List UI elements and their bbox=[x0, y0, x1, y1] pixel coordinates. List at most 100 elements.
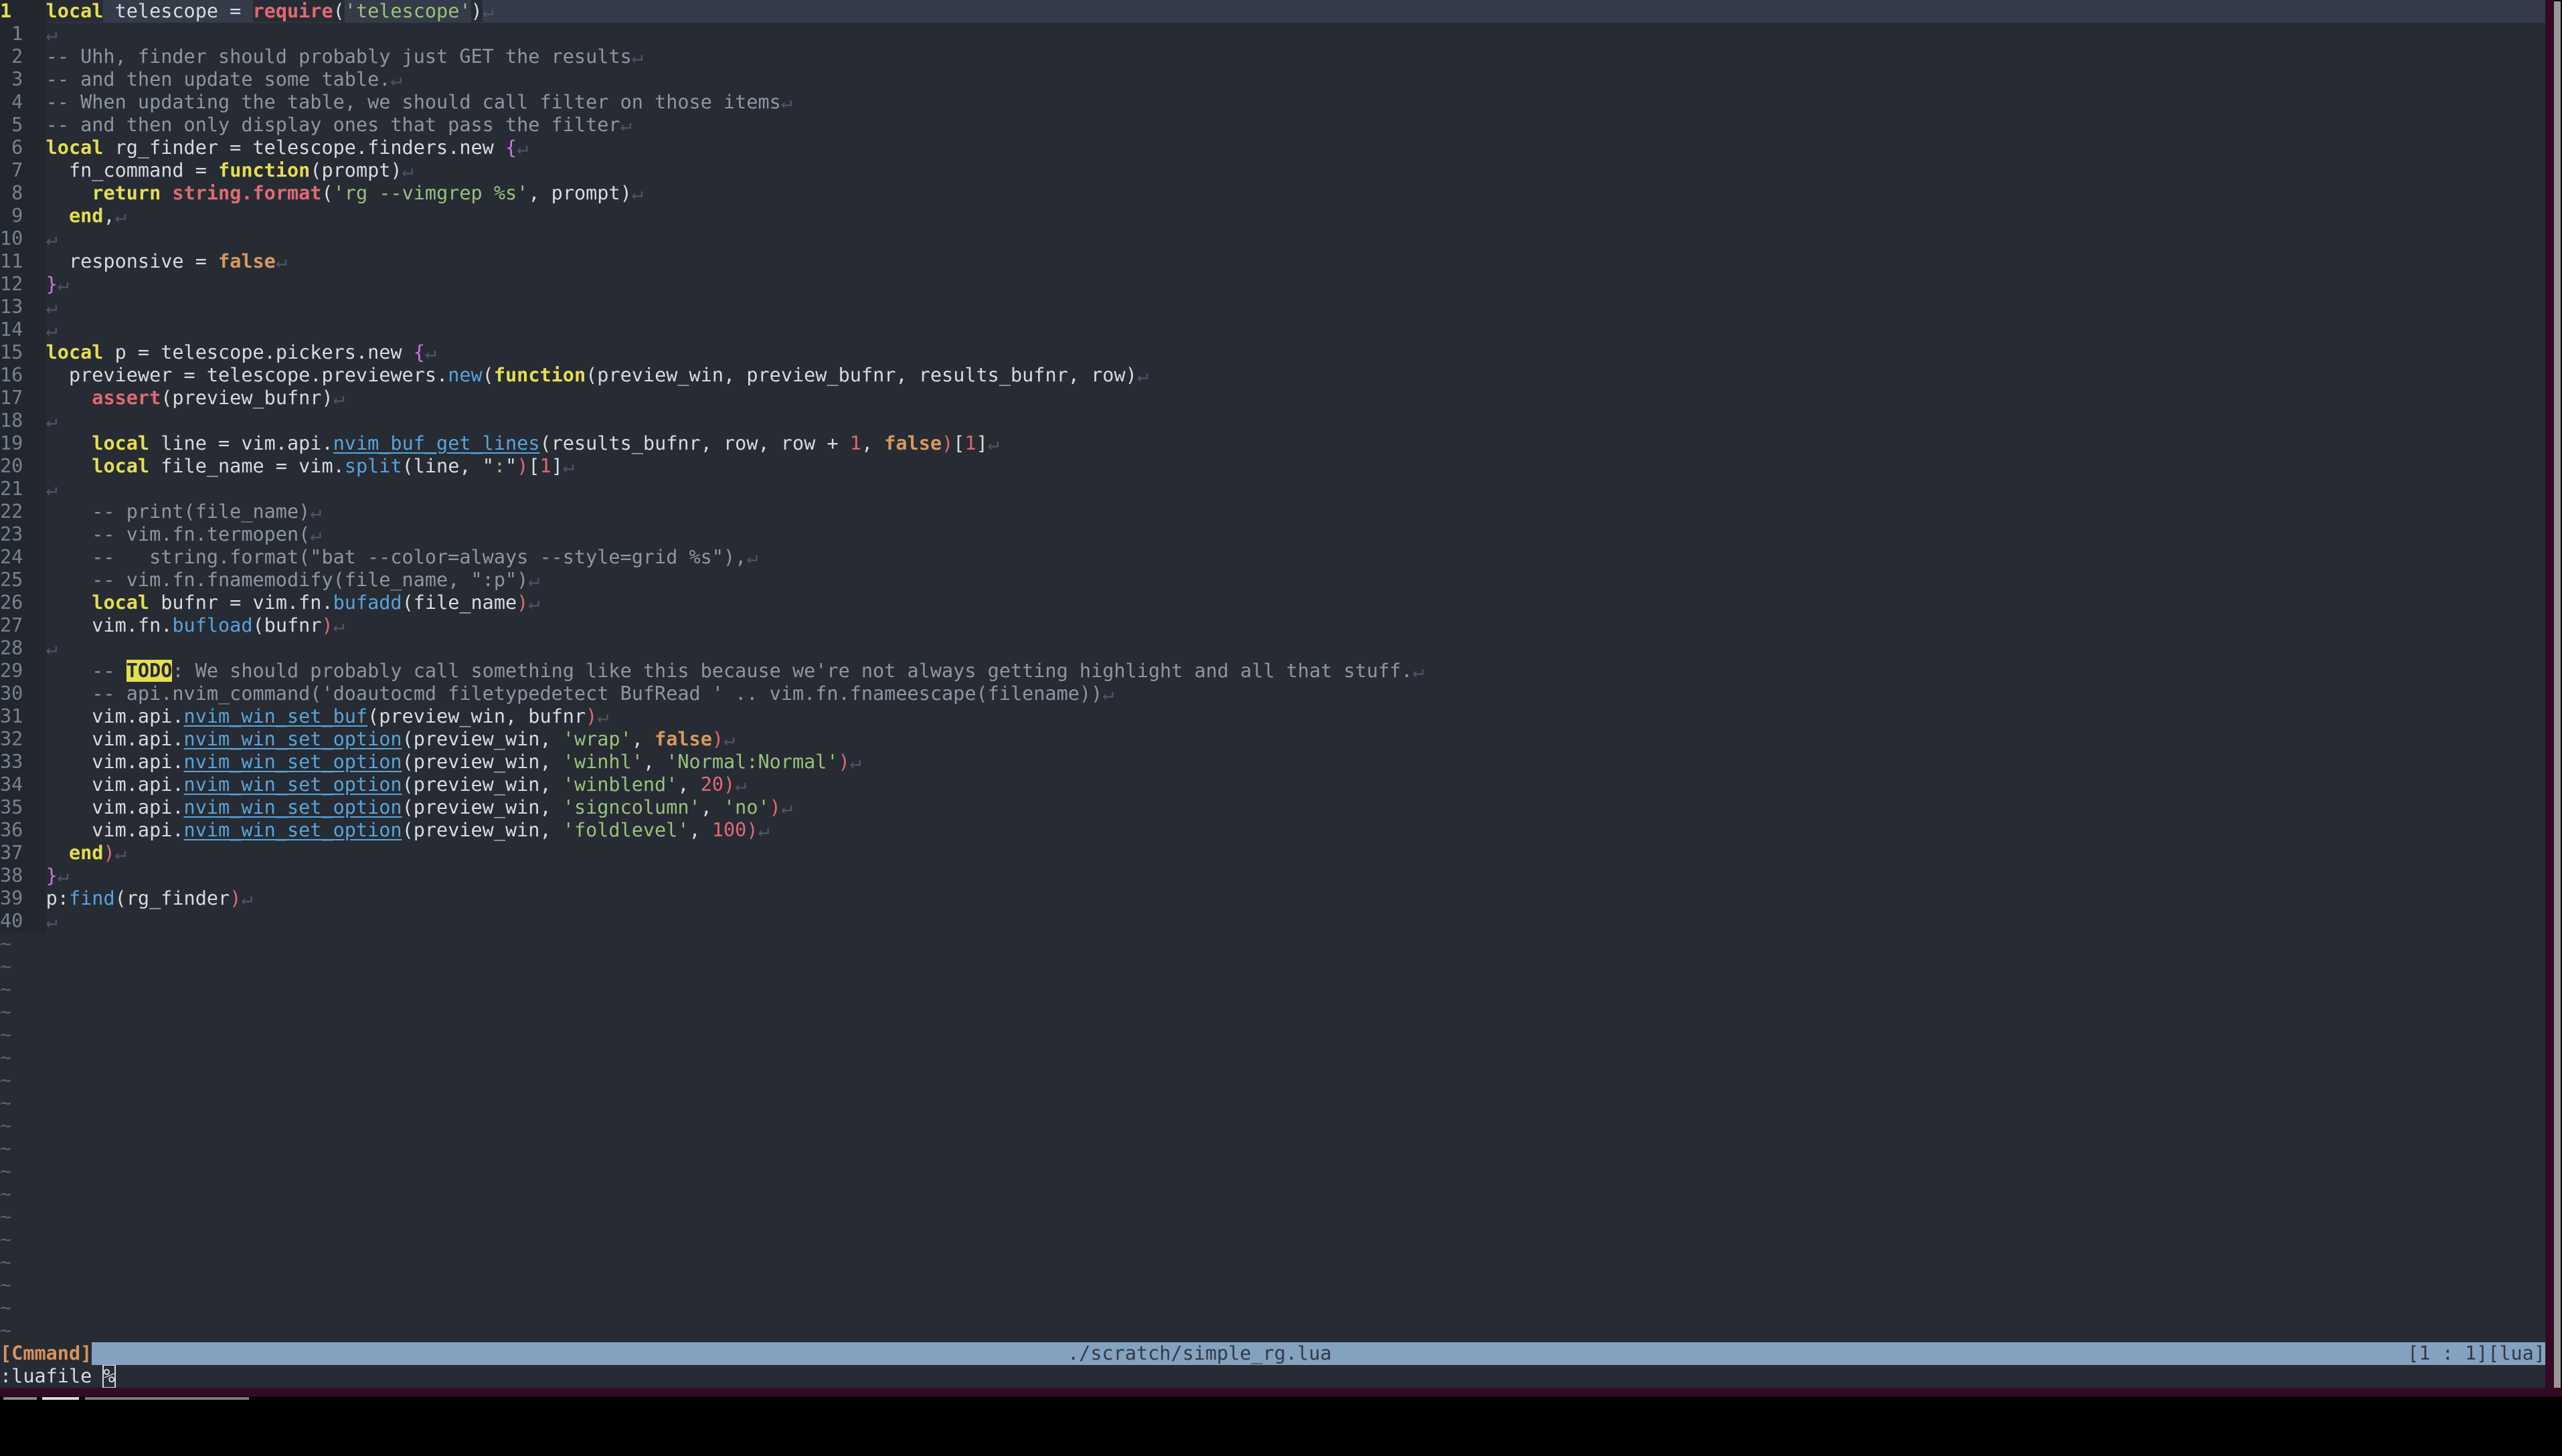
code-token: (line, bbox=[402, 455, 483, 477]
statusline-mode: [Cmmand] bbox=[0, 1342, 92, 1365]
code-token: fn_command = bbox=[46, 159, 218, 181]
tilde-marker: ~ bbox=[0, 1228, 11, 1251]
code-token: require bbox=[253, 0, 333, 22]
code-token: 'foldlevel' bbox=[563, 819, 689, 841]
line-number: 11 bbox=[0, 250, 46, 273]
line-number: 5 bbox=[0, 114, 46, 136]
code-line: 39 p:find(rg_finder)↵ bbox=[0, 887, 2545, 910]
empty-buffer-line: ~ bbox=[0, 1092, 2545, 1115]
code-token: : We should probably call something like… bbox=[172, 660, 1412, 682]
code-token: (bufnr bbox=[253, 614, 322, 636]
eol-marker: ↵ bbox=[58, 864, 69, 887]
code-line: 10 ↵ bbox=[0, 227, 2545, 250]
code-token: local bbox=[46, 341, 104, 363]
code-token: 1 bbox=[964, 432, 976, 454]
command-line[interactable]: :luafile % bbox=[0, 1365, 2545, 1388]
code-line: 22 -- print(file_name)↵ bbox=[0, 500, 2545, 523]
tilde-marker: ~ bbox=[0, 1092, 11, 1114]
code-token: 'Normal:Normal' bbox=[666, 751, 838, 773]
code-token: rg_finder = telescope.finders.new bbox=[103, 136, 505, 159]
code-line: 15 local p = telescope.pickers.new {↵ bbox=[0, 341, 2545, 364]
code-token: ) bbox=[770, 796, 781, 818]
eol-marker: ↵ bbox=[723, 728, 735, 750]
code-token: bufnr = vim.fn. bbox=[149, 592, 333, 614]
code-token: 1 bbox=[540, 455, 551, 477]
terminal-cursor: % bbox=[103, 1365, 114, 1388]
code-token: local bbox=[92, 592, 149, 614]
eol-marker: ↵ bbox=[46, 296, 58, 318]
line-number: 29 bbox=[0, 660, 46, 682]
code-token: (preview_win, bbox=[402, 751, 563, 773]
line-number: 21 bbox=[0, 478, 46, 500]
code-token: find bbox=[69, 887, 115, 909]
statusline: [Cmmand] ./scratch/simple_rg.lua [1 : 1]… bbox=[0, 1342, 2545, 1365]
code-token: new bbox=[448, 364, 482, 386]
line-number: 10 bbox=[0, 227, 46, 250]
window-border-bottom bbox=[0, 1388, 2562, 1396]
code-token: (prompt) bbox=[310, 159, 402, 181]
tilde-marker: ~ bbox=[0, 1046, 11, 1069]
code-token bbox=[46, 432, 92, 454]
code-token: (file_name bbox=[402, 592, 517, 614]
line-number: 1 bbox=[0, 0, 46, 23]
line-number: 30 bbox=[0, 682, 46, 705]
eol-marker: ↵ bbox=[241, 887, 252, 909]
eol-marker: ↵ bbox=[632, 182, 643, 204]
taskbar-segment bbox=[3, 1397, 37, 1400]
empty-buffer-line: ~ bbox=[0, 1320, 2545, 1342]
code-token bbox=[46, 387, 92, 409]
code-token bbox=[161, 182, 172, 204]
editor-area[interactable]: 1 local telescope = require('telescope')… bbox=[0, 0, 2545, 1400]
code-token: , bbox=[861, 432, 884, 454]
code-token: (preview_win, bbox=[402, 774, 563, 796]
line-number: 4 bbox=[0, 91, 46, 114]
line-number: 20 bbox=[0, 455, 46, 478]
tilde-marker: ~ bbox=[0, 1320, 11, 1342]
code-token: bufadd bbox=[333, 592, 402, 614]
taskbar-sliver bbox=[0, 1396, 2562, 1400]
empty-buffer-line: ~ bbox=[0, 1274, 2545, 1297]
code-token: p = telescope.pickers.new bbox=[103, 341, 413, 363]
code-line: 23 -- vim.fn.termopen(↵ bbox=[0, 523, 2545, 546]
empty-buffer-line: ~ bbox=[0, 1001, 2545, 1024]
code-token: 'wrap' bbox=[563, 728, 632, 750]
code-token: 'telescope' bbox=[345, 0, 471, 22]
code-token: previewer = telescope.previewers. bbox=[46, 364, 448, 386]
code-line: 2 -- Uhh, finder should probably just GE… bbox=[0, 46, 2545, 68]
terminal-scrollbar[interactable] bbox=[2554, 1, 2561, 1396]
code-token: ) bbox=[321, 614, 333, 636]
eol-marker: ↵ bbox=[276, 250, 287, 272]
eol-marker: ↵ bbox=[310, 500, 321, 523]
code-token: local bbox=[92, 455, 149, 477]
line-number: 18 bbox=[0, 410, 46, 432]
code-token: : bbox=[494, 455, 505, 477]
line-number: 37 bbox=[0, 842, 46, 864]
tilde-marker: ~ bbox=[0, 1115, 11, 1137]
code-token: 'winblend' bbox=[563, 774, 678, 796]
line-number: 23 bbox=[0, 523, 46, 546]
code-line: 1 ↵ bbox=[0, 23, 2545, 46]
code-token: -- bbox=[46, 660, 126, 682]
code-token: , bbox=[103, 205, 114, 227]
line-number: 24 bbox=[0, 546, 46, 569]
code-token: , prompt) bbox=[528, 182, 631, 204]
code-token: ) bbox=[723, 774, 735, 796]
line-number: 40 bbox=[0, 910, 46, 933]
tilde-marker: ~ bbox=[0, 955, 11, 978]
code-line: 24 -- string.format("bat --color=always … bbox=[0, 546, 2545, 569]
code-token: , bbox=[677, 774, 700, 796]
line-number: 28 bbox=[0, 637, 46, 660]
line-number: 33 bbox=[0, 751, 46, 774]
eol-marker: ↵ bbox=[58, 273, 69, 295]
eol-marker: ↵ bbox=[46, 410, 58, 432]
eol-marker: ↵ bbox=[1413, 660, 1424, 682]
code-line: 19 local line = vim.api.nvim_buf_get_lin… bbox=[0, 432, 2545, 455]
line-number: 38 bbox=[0, 864, 46, 887]
code-token: end bbox=[69, 205, 103, 227]
code-line: 35 vim.api.nvim_win_set_option(preview_w… bbox=[0, 796, 2545, 819]
code-token: ] bbox=[976, 432, 988, 454]
code-token: ) bbox=[230, 887, 241, 909]
eol-marker: ↵ bbox=[46, 23, 58, 45]
code-token: ( bbox=[333, 0, 345, 22]
code-line: 20 local file_name = vim.split(line, ":"… bbox=[0, 455, 2545, 478]
